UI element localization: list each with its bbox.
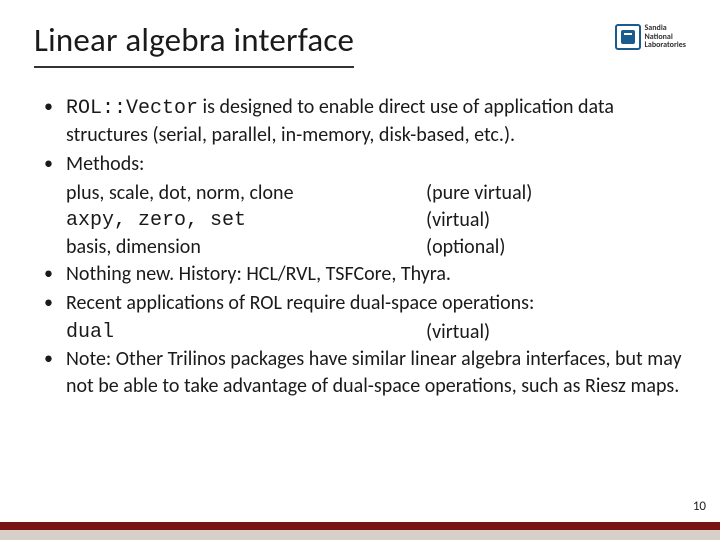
bullet-methods: Methods:: [42, 151, 686, 178]
method-right-2: (optional): [426, 234, 686, 261]
method-right-1: (virtual): [426, 207, 686, 234]
bullet-note: Note: Other Trilinos packages have simil…: [42, 346, 686, 400]
content: ROL::Vector is designed to enable direct…: [34, 94, 686, 400]
method-right-0: (pure virtual): [426, 180, 686, 207]
method-left-2: basis, dimension: [66, 234, 426, 261]
dual-right: (virtual): [426, 319, 686, 346]
footer-bar: [0, 522, 720, 540]
dual-row: dual (virtual): [42, 319, 686, 346]
header: Linear algebra interface Sandia National…: [34, 20, 686, 94]
method-row-0: plus, scale, dot, norm, clone (pure virt…: [42, 180, 686, 207]
logo-line3: Laboratories: [645, 41, 687, 49]
sandia-logo: Sandia National Laboratories: [615, 24, 687, 50]
dual-left: dual: [66, 319, 426, 346]
title-wrap: Linear algebra interface: [34, 20, 354, 68]
footer-bar-gray: [0, 530, 720, 540]
code-rol-vector: ROL::Vector: [66, 97, 198, 120]
slide-title: Linear algebra interface: [34, 20, 354, 66]
logo-text: Sandia National Laboratories: [645, 24, 687, 49]
method-left-0: plus, scale, dot, norm, clone: [66, 180, 426, 207]
method-row-2: basis, dimension (optional): [42, 234, 686, 261]
bullet-dual-intro: Recent applications of ROL require dual-…: [42, 290, 686, 317]
page-number: 10: [693, 499, 706, 514]
bullet-methods-label: Methods:: [66, 152, 144, 176]
bullet-history: Nothing new. History: HCL/RVL, TSFCore, …: [42, 261, 686, 288]
bullet-vector: ROL::Vector is designed to enable direct…: [42, 94, 686, 149]
slide: Linear algebra interface Sandia National…: [0, 0, 720, 540]
method-row-1: axpy, zero, set (virtual): [42, 207, 686, 234]
method-left-1: axpy, zero, set: [66, 207, 426, 234]
logo-icon: [615, 24, 641, 50]
footer-bar-red: [0, 522, 720, 530]
